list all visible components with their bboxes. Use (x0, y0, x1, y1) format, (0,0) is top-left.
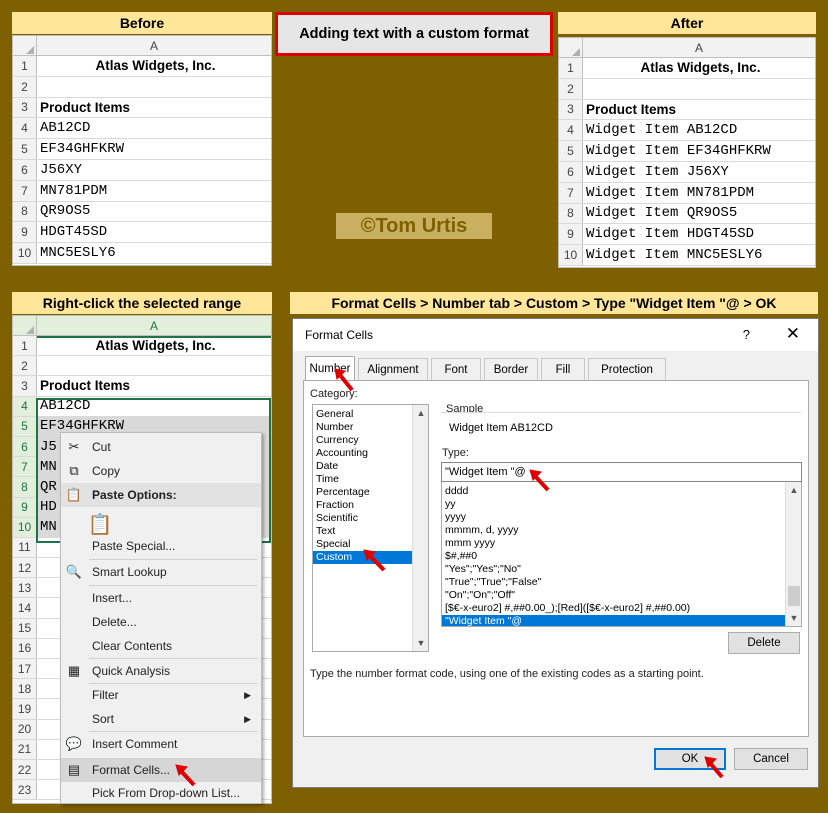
arrow-to-number-tab (334, 368, 354, 392)
arrow-to-ok (704, 756, 724, 779)
arrow-to-custom (363, 549, 386, 572)
arrow-to-type (529, 469, 550, 492)
annotation-arrows (175, 368, 724, 787)
arrow-to-format-cells (175, 764, 196, 787)
